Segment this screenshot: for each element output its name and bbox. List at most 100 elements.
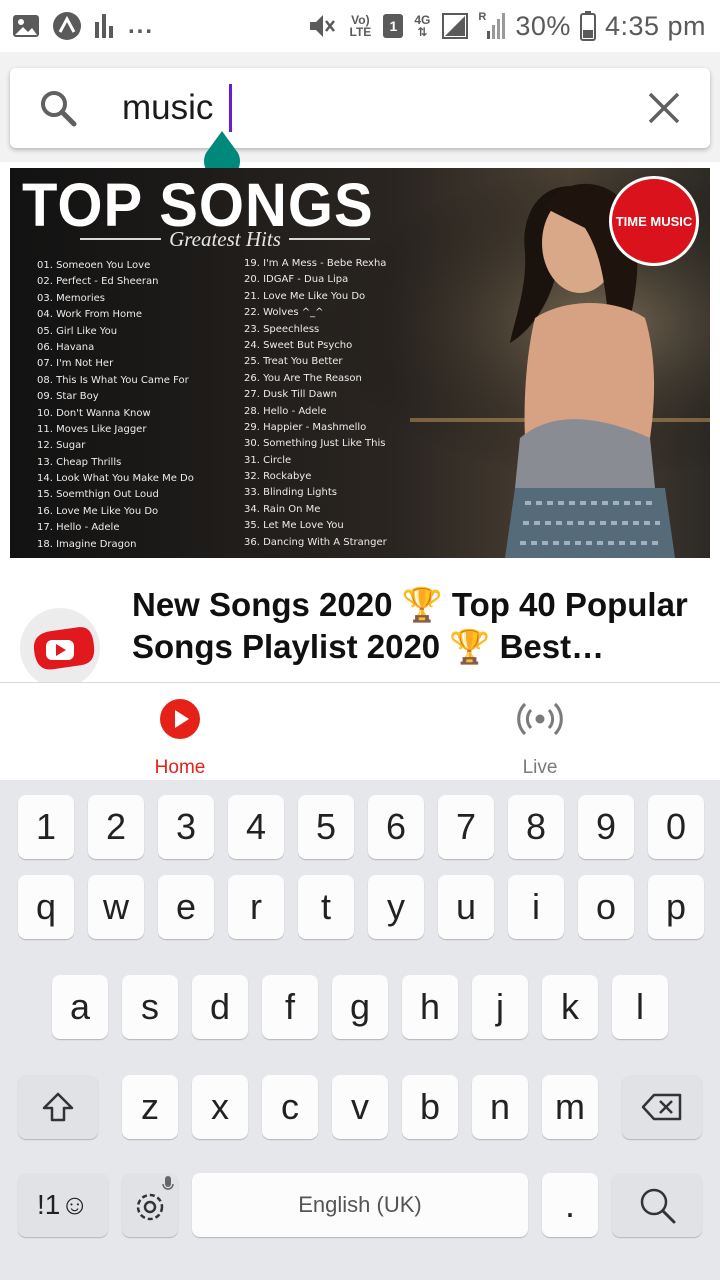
backspace-key[interactable] [622, 1075, 702, 1139]
key-8[interactable]: 8 [508, 795, 564, 859]
song-item: 23. Speechless [244, 323, 320, 335]
battery-icon [579, 11, 596, 41]
song-item: 02. Perfect - Ed Sheeran [37, 276, 159, 288]
signal-full-icon [442, 13, 469, 39]
live-broadcast-icon [517, 702, 563, 736]
status-left: ... [12, 10, 154, 42]
period-key[interactable]: . [542, 1173, 598, 1237]
song-item: 22. Wolves ^_^ [244, 307, 324, 319]
key-y[interactable]: y [368, 875, 424, 939]
key-1[interactable]: 1 [18, 795, 74, 859]
key-l[interactable]: l [612, 975, 668, 1039]
key-u[interactable]: u [438, 875, 494, 939]
key-2[interactable]: 2 [88, 795, 144, 859]
song-item: 19. I'm A Mess - Bebe Rexha [244, 258, 387, 269]
key-h[interactable]: h [402, 975, 458, 1039]
overflow-indicator: ... [128, 12, 155, 39]
song-item: 15. Soemthign Out Loud [37, 489, 159, 501]
key-5[interactable]: 5 [298, 795, 354, 859]
song-item: 10. Don't Wanna Know [37, 407, 151, 419]
close-icon[interactable] [644, 88, 684, 128]
song-item: 31. Circle [244, 454, 292, 466]
status-bar: ... Vo) LTE 1 4G ⇅ R 30% 4:35 pm [0, 0, 720, 52]
key-3[interactable]: 3 [158, 795, 214, 859]
song-item: 17. Hello - Adele [37, 522, 120, 534]
channel-avatar[interactable] [20, 608, 100, 688]
key-c[interactable]: c [262, 1075, 318, 1139]
key-i[interactable]: i [508, 875, 564, 939]
search-input[interactable] [122, 82, 622, 134]
key-g[interactable]: g [332, 975, 388, 1039]
key-9[interactable]: 9 [578, 795, 634, 859]
battery-percent: 30% [515, 10, 571, 41]
divider [80, 238, 162, 240]
key-7[interactable]: 7 [438, 795, 494, 859]
key-b[interactable]: b [402, 1075, 458, 1139]
search-key[interactable] [612, 1173, 702, 1237]
key-d[interactable]: d [192, 975, 248, 1039]
song-item: 20. IDGAF - Dua Lipa [244, 274, 349, 286]
nav-home-label: Home [154, 757, 206, 778]
sim-icon: 1 [383, 14, 404, 38]
song-item: 28. Hello - Adele [244, 405, 327, 417]
song-item: 26. You Are The Reason [244, 372, 362, 384]
key-t[interactable]: t [298, 875, 354, 939]
space-key[interactable]: English (UK) [192, 1173, 528, 1237]
key-4[interactable]: 4 [228, 795, 284, 859]
key-q[interactable]: q [18, 875, 74, 939]
soft-keyboard: 1 2 3 4 5 6 7 8 9 0 q w e r t y u i o p … [0, 780, 720, 1280]
video-thumbnail[interactable]: TOP SONGS Greatest Hits 01. Someoen You … [10, 168, 710, 558]
song-item: 16. Love Me Like You Do [37, 505, 159, 517]
search-icon[interactable] [38, 88, 78, 128]
song-item: 25. Treat You Better [244, 356, 343, 368]
key-r[interactable]: r [228, 875, 284, 939]
symbols-key[interactable]: !1☺ [18, 1173, 108, 1237]
song-item: 21. Love Me Like You Do [244, 290, 366, 302]
key-x[interactable]: x [192, 1075, 248, 1139]
mic-icon [162, 1176, 174, 1190]
thumbnail-subtitle-text: Greatest Hits [169, 226, 281, 251]
key-v[interactable]: v [332, 1075, 388, 1139]
song-item: 13. Cheap Thrills [37, 456, 122, 468]
thumbnail-subtitle: Greatest Hits [80, 226, 370, 252]
song-item: 03. Memories [37, 292, 105, 304]
key-n[interactable]: n [472, 1075, 528, 1139]
song-item: 24. Sweet But Psycho [244, 339, 353, 351]
song-item: 36. Dancing With A Stranger [244, 536, 387, 548]
key-p[interactable]: p [648, 875, 704, 939]
settings-key[interactable] [122, 1173, 178, 1237]
key-6[interactable]: 6 [368, 795, 424, 859]
key-e[interactable]: e [158, 875, 214, 939]
key-w[interactable]: w [88, 875, 144, 939]
nav-home[interactable]: Home [80, 683, 280, 781]
key-0[interactable]: 0 [648, 795, 704, 859]
clock: 4:35 pm [604, 10, 706, 41]
status-right: Vo) LTE 1 4G ⇅ R 30% 4:35 pm [307, 8, 706, 44]
bottom-nav: Home Live [0, 682, 720, 780]
mute-icon [310, 15, 336, 37]
songlist-left: 01. Someoen You Love 02. Perfect - Ed Sh… [37, 258, 194, 553]
home-play-icon [160, 699, 200, 739]
song-item: 06. Havana [37, 341, 95, 353]
key-s[interactable]: s [122, 975, 178, 1039]
key-a[interactable]: a [52, 975, 108, 1039]
key-o[interactable]: o [578, 875, 634, 939]
video-title[interactable]: New Songs 2020 🏆 Top 40 Popular Songs Pl… [132, 584, 692, 668]
key-f[interactable]: f [262, 975, 318, 1039]
signal-bars-icon [95, 14, 113, 38]
text-cursor [229, 84, 232, 132]
key-m[interactable]: m [542, 1075, 598, 1139]
key-k[interactable]: k [542, 975, 598, 1039]
song-item: 35. Let Me Love You [244, 520, 344, 532]
nav-live[interactable]: Live [440, 683, 640, 781]
key-z[interactable]: z [122, 1075, 178, 1139]
song-item: 09. Star Boy [37, 391, 99, 403]
shift-key[interactable] [18, 1075, 98, 1139]
song-item: 18. Imagine Dragon [37, 538, 137, 550]
search-icon [640, 1188, 676, 1224]
nav-live-label: Live [522, 757, 558, 778]
search-box[interactable] [10, 68, 710, 148]
key-j[interactable]: j [472, 975, 528, 1039]
divider [288, 238, 370, 240]
youtube-logo-icon [33, 627, 95, 670]
